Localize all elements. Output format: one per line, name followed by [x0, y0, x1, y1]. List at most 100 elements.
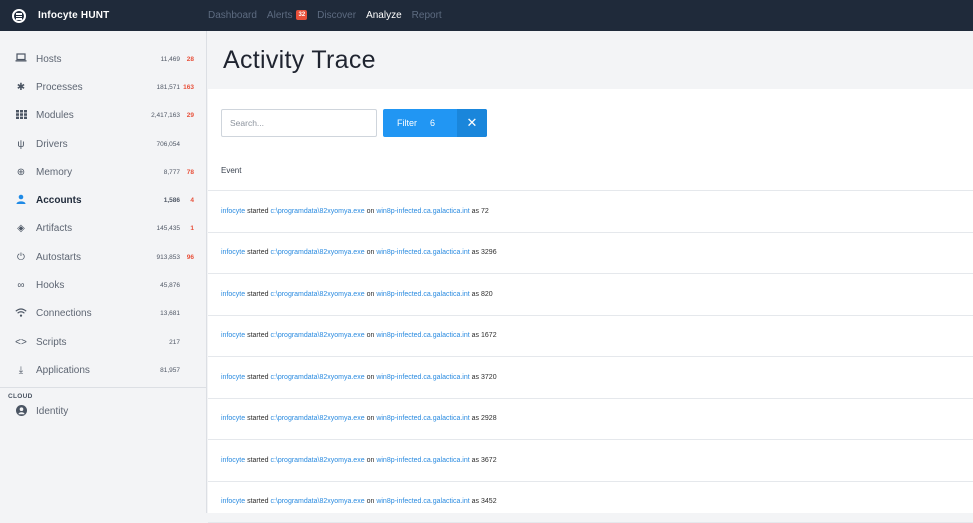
- brand[interactable]: Infocyte HUNT: [12, 9, 208, 23]
- sidebar-item-label: Scripts: [36, 337, 136, 348]
- path-link[interactable]: c:\programdata\82xyomya.exe: [270, 457, 364, 464]
- path-link[interactable]: c:\programdata\82xyomya.exe: [270, 249, 364, 256]
- event-verb: started: [247, 498, 268, 505]
- event-pid: 820: [481, 291, 493, 298]
- event-on: on: [367, 415, 375, 422]
- host-link[interactable]: win8p-infected.ca.galactica.int: [376, 374, 469, 381]
- sidebar-item-label: Accounts: [36, 195, 136, 206]
- alerts-badge: 32: [296, 10, 307, 20]
- user-link[interactable]: infocyte: [221, 498, 245, 505]
- sidebar-item-drivers[interactable]: ψ Drivers 706,054: [0, 130, 206, 158]
- event-as: as: [472, 208, 479, 215]
- sidebar-count: 913,853: [136, 254, 180, 261]
- host-link[interactable]: win8p-infected.ca.galactica.int: [376, 208, 469, 215]
- sidebar-count: 81,957: [136, 367, 180, 374]
- sidebar-item-hooks[interactable]: ∞ Hooks 45,876: [0, 271, 206, 299]
- laptop-icon: [14, 53, 28, 65]
- sidebar-count: 45,876: [136, 282, 180, 289]
- host-link[interactable]: win8p-infected.ca.galactica.int: [376, 457, 469, 464]
- user-link[interactable]: infocyte: [221, 291, 245, 298]
- events-panel: Filter 6 ✕ Event infocyte started c:\pro…: [208, 89, 973, 513]
- event-verb: started: [247, 415, 268, 422]
- menu-icon[interactable]: [12, 9, 26, 23]
- sidebar-count: 217: [136, 339, 180, 346]
- sidebar-count: 1,586: [136, 197, 180, 204]
- event-as: as: [472, 498, 479, 505]
- sidebar-item-label: Processes: [36, 82, 136, 93]
- sidebar: Hosts 11,469 28 ✱ Processes 181,571 163 …: [0, 31, 207, 513]
- path-link[interactable]: c:\programdata\82xyomya.exe: [270, 498, 364, 505]
- filter-button[interactable]: Filter 6 ✕: [383, 109, 487, 137]
- sidebar-item-artifacts[interactable]: ◈ Artifacts 145,435 1: [0, 215, 206, 243]
- host-link[interactable]: win8p-infected.ca.galactica.int: [376, 415, 469, 422]
- user-link[interactable]: infocyte: [221, 457, 245, 464]
- path-link[interactable]: c:\programdata\82xyomya.exe: [270, 415, 364, 422]
- nav-dashboard[interactable]: Dashboard: [208, 10, 257, 21]
- close-icon[interactable]: ✕: [457, 109, 487, 137]
- event-verb: started: [247, 291, 268, 298]
- sidebar-item-label: Applications: [36, 365, 136, 376]
- event-pid: 3296: [481, 249, 497, 256]
- sidebar-count: 145,435: [136, 225, 180, 232]
- sidebar-item-accounts[interactable]: Accounts 1,586 4: [0, 186, 206, 214]
- sidebar-count: 11,469: [136, 56, 180, 63]
- sidebar-item-hosts[interactable]: Hosts 11,469 28: [0, 45, 206, 73]
- memory-icon: ⊕: [14, 167, 28, 178]
- user-link[interactable]: infocyte: [221, 415, 245, 422]
- event-as: as: [472, 249, 479, 256]
- sidebar-alert-count: 29: [180, 112, 194, 119]
- sidebar-item-connections[interactable]: Connections 13,681: [0, 300, 206, 328]
- sidebar-item-label: Hooks: [36, 280, 136, 291]
- host-link[interactable]: win8p-infected.ca.galactica.int: [376, 249, 469, 256]
- filter-count: 6: [430, 118, 435, 128]
- layers-icon: ◈: [14, 223, 28, 234]
- user-link[interactable]: infocyte: [221, 332, 245, 339]
- event-on: on: [367, 291, 375, 298]
- nav-discover[interactable]: Discover: [317, 10, 356, 21]
- path-link[interactable]: c:\programdata\82xyomya.exe: [270, 374, 364, 381]
- table-row: infocyte started c:\programdata\82xyomya…: [208, 482, 973, 523]
- table-row: infocyte started c:\programdata\82xyomya…: [208, 440, 973, 482]
- top-bar: Infocyte HUNT Dashboard Alerts32 Discove…: [0, 0, 973, 31]
- user-link[interactable]: infocyte: [221, 374, 245, 381]
- path-link[interactable]: c:\programdata\82xyomya.exe: [270, 291, 364, 298]
- sidebar-count: 13,681: [136, 310, 180, 317]
- path-link[interactable]: c:\programdata\82xyomya.exe: [270, 208, 364, 215]
- sidebar-item-label: Hosts: [36, 54, 136, 65]
- event-as: as: [472, 374, 479, 381]
- user-link[interactable]: infocyte: [221, 208, 245, 215]
- filter-label: Filter: [397, 118, 417, 128]
- event-verb: started: [247, 332, 268, 339]
- event-as: as: [472, 332, 479, 339]
- sidebar-count: 2,417,163: [136, 112, 180, 119]
- sidebar-item-label: Artifacts: [36, 223, 136, 234]
- sidebar-item-scripts[interactable]: <> Scripts 217: [0, 328, 206, 356]
- nav-alerts-label: Alerts: [267, 10, 293, 21]
- path-link[interactable]: c:\programdata\82xyomya.exe: [270, 332, 364, 339]
- nav-analyze[interactable]: Analyze: [366, 10, 402, 21]
- sidebar-item-processes[interactable]: ✱ Processes 181,571 163: [0, 73, 206, 101]
- sidebar-item-autostarts[interactable]: ⏻ Autostarts 913,853 96: [0, 243, 206, 271]
- host-link[interactable]: win8p-infected.ca.galactica.int: [376, 332, 469, 339]
- host-link[interactable]: win8p-infected.ca.galactica.int: [376, 291, 469, 298]
- sidebar-item-memory[interactable]: ⊕ Memory 8,777 78: [0, 158, 206, 186]
- host-link[interactable]: win8p-infected.ca.galactica.int: [376, 498, 469, 505]
- download-icon: ⤓: [14, 365, 28, 376]
- sidebar-item-modules[interactable]: Modules 2,417,163 29: [0, 102, 206, 130]
- nav-alerts[interactable]: Alerts32: [267, 10, 307, 21]
- event-verb: started: [247, 208, 268, 215]
- grid-icon: [14, 110, 28, 122]
- wifi-icon: [14, 308, 28, 320]
- user-link[interactable]: infocyte: [221, 249, 245, 256]
- event-as: as: [472, 291, 479, 298]
- sidebar-item-applications[interactable]: ⤓ Applications 81,957: [0, 356, 206, 384]
- sidebar-divider: [0, 387, 206, 388]
- nav-report[interactable]: Report: [412, 10, 442, 21]
- search-input[interactable]: [221, 109, 377, 137]
- sidebar-item-identity[interactable]: Identity: [0, 398, 206, 426]
- sidebar-item-label: Drivers: [36, 139, 136, 150]
- sidebar-alert-count: 78: [180, 169, 194, 176]
- event-verb: started: [247, 249, 268, 256]
- column-header-event: Event: [221, 166, 241, 175]
- table-row: infocyte started c:\programdata\82xyomya…: [208, 233, 973, 275]
